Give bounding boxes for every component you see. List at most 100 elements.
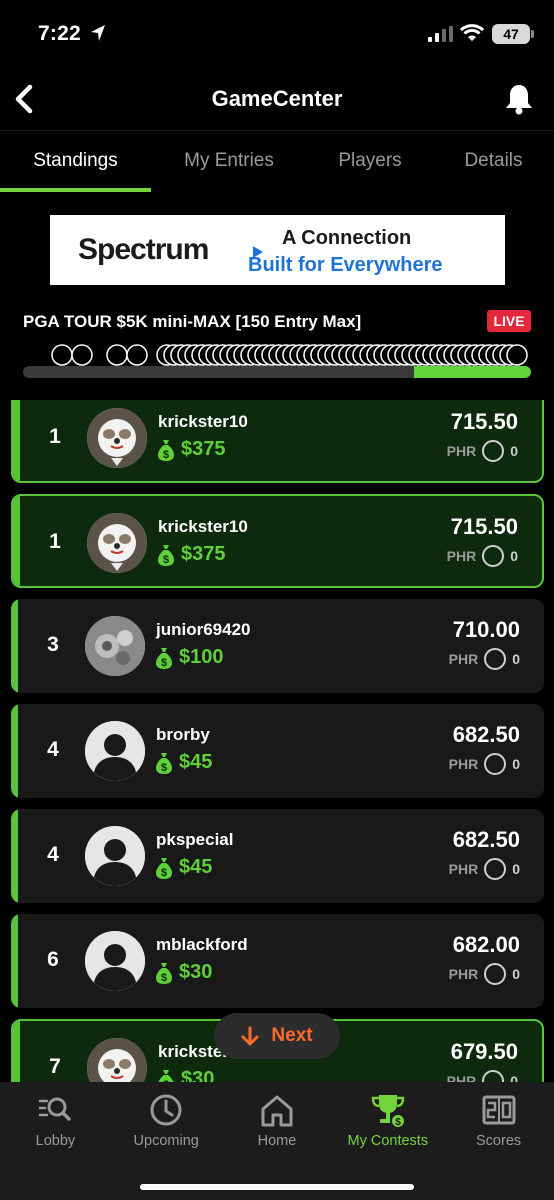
phr-label: PHR — [446, 548, 477, 564]
phr-label: PHR — [448, 651, 479, 667]
phr-progress-ring-icon — [482, 545, 505, 567]
standing-username: brorby — [156, 725, 210, 744]
standing-rank: 4 — [47, 843, 59, 866]
entry-dot — [71, 344, 93, 366]
svg-text:$: $ — [161, 867, 167, 879]
entry-dot — [51, 344, 73, 366]
money-bag-icon: $ — [156, 963, 172, 984]
standing-phr: PHR 0 — [449, 753, 520, 775]
phr-count: 0 — [512, 861, 520, 877]
ad-tagline-2: Built for Everywhere — [248, 254, 443, 276]
bottom-nav-label: Scores — [476, 1133, 522, 1149]
standing-rank: 7 — [49, 1055, 61, 1078]
phr-label: PHR — [448, 756, 479, 772]
money-bag-icon: $ — [156, 753, 172, 774]
standing-row[interactable]: 1 krickster10 $ $375 715.50 PHR 0 — [11, 494, 544, 588]
battery-indicator: 47 — [492, 24, 534, 44]
bell-icon[interactable] — [504, 83, 534, 115]
avatar — [87, 513, 147, 573]
bottom-nav-label: Home — [257, 1133, 297, 1149]
standing-row[interactable]: 4 pkspecial $ $45 682.50 PHR 0 — [11, 809, 544, 903]
standing-row[interactable]: 6 mblackford $ $30 682.00 PHR 0 — [11, 914, 544, 1008]
bottom-nav-scores[interactable]: Scores — [443, 1082, 554, 1200]
phr-count: 0 — [512, 756, 520, 772]
phr-label: PHR — [446, 1073, 477, 1082]
ad-tagline-1: A Connection — [282, 227, 412, 249]
standing-score: 679.50 — [450, 1039, 518, 1064]
tab-players[interactable]: Players — [307, 131, 433, 192]
tab-my-entries[interactable]: My Entries — [151, 131, 307, 192]
standings-list[interactable]: 1 krickster10 $ $375 715.50 PHR 0 1 krickster10 $… — [0, 400, 554, 1082]
standing-prize: $375 — [181, 543, 226, 565]
standing-row[interactable]: 1 krickster10 $ $375 715.50 PHR 0 — [11, 400, 544, 483]
svg-text:$: $ — [163, 449, 169, 461]
phr-progress-ring-icon — [484, 753, 507, 775]
standing-prize: $30 — [181, 1068, 215, 1082]
home-icon — [261, 1095, 293, 1127]
contest-name: PGA TOUR $5K mini-MAX [150 Entry Max] — [23, 312, 362, 331]
avatar — [85, 931, 145, 991]
avatar — [85, 616, 145, 676]
standing-username: junior69420 — [156, 620, 251, 639]
status-bar: 7:22 47 — [0, 0, 554, 70]
standing-rank: 3 — [47, 633, 59, 656]
contest-progress-fill — [414, 366, 531, 378]
phr-label: PHR — [448, 861, 479, 877]
ad-banner[interactable]: Spectrum A Connection Built for Everywhe… — [50, 215, 505, 285]
standing-rank: 6 — [47, 948, 59, 971]
lobby-search-icon — [39, 1097, 72, 1121]
bottom-nav-upcoming[interactable]: Upcoming — [111, 1082, 222, 1200]
avatar — [87, 1038, 147, 1082]
tab-details[interactable]: Details — [433, 131, 554, 192]
money-bag-icon: $ — [158, 545, 174, 566]
avatar — [87, 408, 147, 468]
nav-bar: GameCenter — [0, 70, 554, 130]
clock-icon — [150, 1094, 182, 1126]
bottom-nav-home[interactable]: Home — [222, 1082, 333, 1200]
phr-progress-ring-icon — [482, 1070, 505, 1082]
tab-standings[interactable]: Standings — [0, 131, 151, 192]
svg-text:$: $ — [161, 972, 167, 984]
money-bag-icon: $ — [158, 440, 174, 461]
standing-username: pkspecial — [156, 830, 234, 849]
entry-dot — [506, 344, 528, 366]
standing-phr: PHR 0 — [449, 963, 520, 985]
phr-count: 0 — [512, 966, 520, 982]
location-arrow-icon — [91, 25, 105, 41]
svg-text:$: $ — [163, 554, 169, 566]
phr-count: 0 — [510, 443, 518, 459]
contest-header: PGA TOUR $5K mini-MAX [150 Entry Max] LI… — [0, 300, 554, 400]
money-bag-icon: $ — [156, 648, 172, 669]
standing-score: 682.50 — [452, 722, 520, 747]
standing-rank: 1 — [49, 530, 61, 553]
bottom-nav-label: My Contests — [347, 1133, 429, 1149]
bottom-nav-lobby[interactable]: Lobby — [0, 1082, 111, 1200]
contest-progress-bar — [23, 366, 531, 378]
entry-dots-strip — [51, 344, 528, 366]
arrow-down-icon — [241, 1026, 259, 1046]
wifi-icon — [460, 24, 484, 41]
entry-dot — [106, 344, 128, 366]
phr-count: 0 — [512, 651, 520, 667]
entry-dot — [126, 344, 148, 366]
bottom-nav-my-contests[interactable]: $ My Contests — [332, 1082, 443, 1200]
next-button[interactable]: Next — [214, 1013, 340, 1059]
standing-phr: PHR 0 — [449, 858, 520, 880]
next-button-label: Next — [271, 1025, 313, 1046]
cellular-signal-icon — [428, 26, 453, 42]
standing-rank: 4 — [47, 738, 59, 761]
standing-rank: 1 — [49, 425, 61, 448]
scoreboard-icon — [482, 1095, 516, 1125]
standing-row[interactable]: 4 brorby $ $45 682.50 PHR 0 — [11, 704, 544, 798]
standing-score: 682.50 — [452, 827, 520, 852]
standing-score: 710.00 — [452, 617, 520, 642]
standing-score: 715.50 — [450, 409, 518, 434]
trophy-icon: $ — [371, 1095, 406, 1128]
page-title: GameCenter — [211, 86, 343, 111]
phr-progress-ring-icon — [484, 858, 507, 880]
standing-row[interactable]: 3 junior69420 $ $100 710.00 PHR 0 — [11, 599, 544, 693]
standing-prize: $45 — [179, 856, 213, 878]
standing-phr: PHR 0 — [447, 545, 518, 567]
bottom-nav-label: Lobby — [35, 1133, 76, 1149]
phr-count: 0 — [510, 548, 518, 564]
